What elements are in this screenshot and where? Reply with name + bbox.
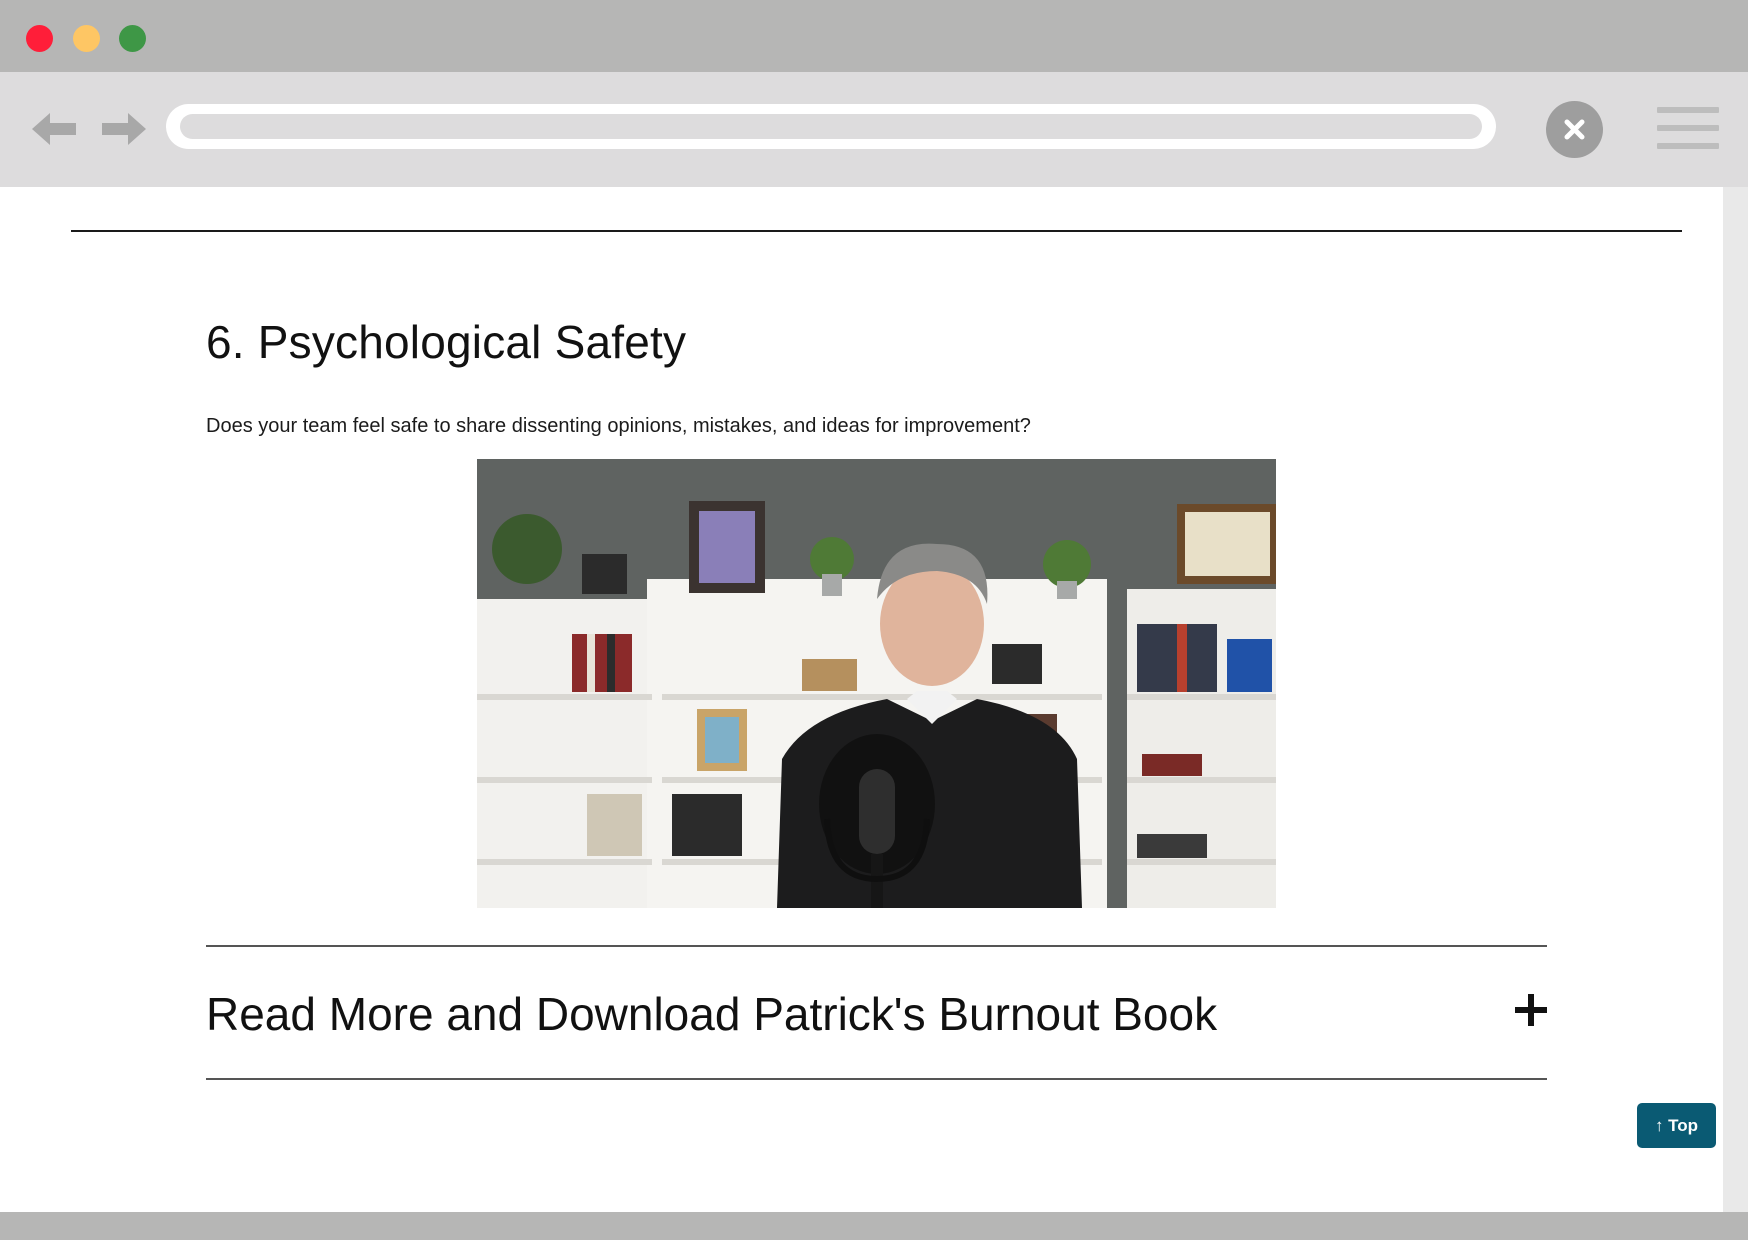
close-icon	[1564, 119, 1585, 140]
arrow-right-icon	[102, 113, 146, 145]
window-bottom-bar	[0, 1212, 1748, 1240]
address-bar[interactable]	[166, 104, 1496, 149]
divider	[71, 230, 1682, 232]
accordion-toggle[interactable]: Read More and Download Patrick's Burnout…	[206, 947, 1547, 1078]
forward-button[interactable]	[98, 109, 148, 149]
back-button[interactable]	[30, 109, 80, 149]
accordion-title: Read More and Download Patrick's Burnout…	[206, 988, 1218, 1040]
hamburger-menu-icon[interactable]	[1657, 105, 1719, 151]
back-to-top-button[interactable]: ↑ Top	[1637, 1103, 1716, 1148]
plus-icon	[1515, 994, 1547, 1026]
window-titlebar	[0, 0, 1748, 72]
scrollbar[interactable]	[1723, 187, 1748, 1212]
window-minimize-button[interactable]	[73, 25, 100, 52]
stop-button[interactable]	[1546, 101, 1603, 158]
arrow-left-icon	[32, 113, 76, 145]
address-input[interactable]	[180, 114, 1482, 139]
video-player[interactable]	[477, 459, 1276, 908]
section-description: Does your team feel safe to share dissen…	[206, 415, 1031, 437]
window-maximize-button[interactable]	[119, 25, 146, 52]
window-close-button[interactable]	[26, 25, 53, 52]
divider	[206, 1078, 1547, 1080]
browser-toolbar	[0, 72, 1748, 187]
video-thumbnail	[477, 459, 1276, 908]
page-content: 6. Psychological Safety Does your team f…	[0, 187, 1723, 1212]
section-heading: 6. Psychological Safety	[206, 316, 687, 368]
